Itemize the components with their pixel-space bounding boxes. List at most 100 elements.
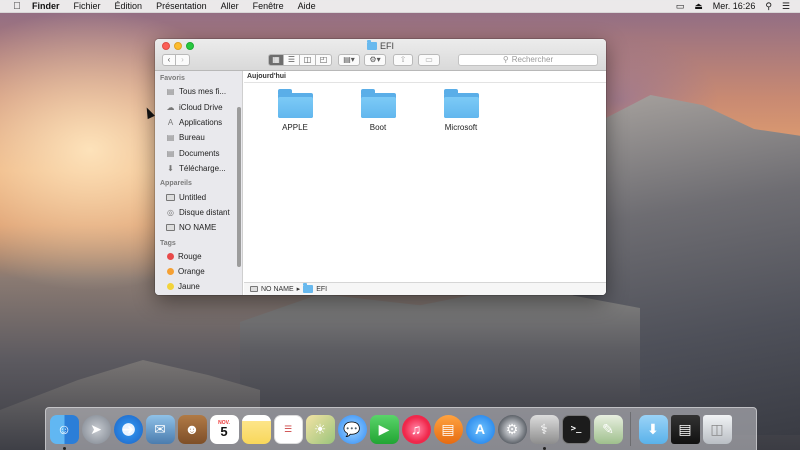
title-bar[interactable]: EFI ‹ › ▦ ☰ ◫ ◰ ▤▾ ⚙▾ ⇧ ▭ ⚲ Rechercher [155, 39, 606, 71]
sidebar-item-tag-orange[interactable]: Orange [155, 264, 242, 279]
sidebar-item-label: Untitled [179, 192, 207, 202]
sidebar-item-applications[interactable]: A Applications [155, 115, 242, 130]
dock-trash-icon[interactable]: ◫ [702, 414, 732, 444]
arrange-icon: ▤▾ [343, 55, 355, 64]
sidebar-item-downloads[interactable]: ⬇ Télécharge... [155, 161, 242, 176]
apple-menu-icon[interactable]:  [10, 1, 24, 12]
folder-item-microsoft[interactable]: Microsoft [426, 85, 496, 132]
share-icon: ⇧ [399, 55, 407, 64]
finder-window: EFI ‹ › ▦ ☰ ◫ ◰ ▤▾ ⚙▾ ⇧ ▭ ⚲ Rechercher F… [155, 39, 606, 295]
mouse-cursor [143, 105, 155, 120]
downloads-icon: ⬇ [167, 164, 174, 174]
menu-aide[interactable]: Aide [298, 1, 316, 11]
sidebar-item-tag-red[interactable]: Rouge [155, 249, 242, 264]
sidebar-item-label: Jaune [178, 282, 200, 292]
sidebar-item-label: iCloud Drive [179, 102, 223, 112]
grid-icon: ▦ [272, 55, 280, 64]
menu-presentation[interactable]: Présentation [156, 1, 207, 11]
sidebar-item-label: Applications [179, 117, 223, 127]
sidebar-item-tag-yellow[interactable]: Jaune [155, 279, 242, 294]
action-button[interactable]: ⚙▾ [364, 53, 386, 66]
file-browser: Aujourd'hui APPLE Boot Microsoft NO NAME… [244, 71, 606, 295]
arrange-button[interactable]: ▤▾ [338, 53, 360, 66]
dock-contacts-icon[interactable]: ☻ [177, 414, 207, 444]
eject-icon[interactable]: ⏏ [694, 1, 703, 12]
running-indicator [62, 446, 66, 450]
sidebar-item-all-files[interactable]: ▤ Tous mes fi... [155, 84, 242, 99]
all-files-icon: ▤ [166, 87, 175, 97]
folder-name: Microsoft [444, 123, 478, 132]
dock-script-editor-icon[interactable]: ✎ [593, 414, 623, 444]
dock-reminders-icon[interactable]: ☰ [273, 414, 303, 444]
sidebar-section-tags: Tags [160, 239, 176, 247]
dock-drive-icon[interactable]: ▤ [670, 414, 700, 444]
sidebar-item-label: Tous mes fi... [179, 87, 227, 97]
dock-downloads-stack-icon[interactable]: ⬇ [638, 414, 668, 444]
folder-icon [443, 89, 479, 118]
notification-center-icon[interactable]: ☰ [782, 1, 790, 12]
sidebar-item-remote-disc[interactable]: ◎ Disque distant [155, 205, 242, 220]
share-button[interactable]: ⇧ [393, 53, 413, 66]
folder-icon [277, 89, 313, 118]
mountain-ridge [240, 285, 640, 420]
menu-aller[interactable]: Aller [221, 1, 239, 11]
tag-button[interactable]: ▭ [418, 53, 440, 66]
columns-icon: ◫ [303, 55, 312, 64]
clock[interactable]: Mer. 16:26 [713, 1, 756, 11]
search-field[interactable]: ⚲ Rechercher [458, 53, 598, 66]
sidebar-item-bureau[interactable]: ▤ Bureau [155, 130, 242, 145]
dock-calendar-icon[interactable]: NOV. 5 [209, 414, 239, 444]
dock-itunes-icon[interactable]: ♫ [401, 414, 431, 444]
column-view-button[interactable]: ◫ [300, 53, 316, 66]
sidebar-item-untitled[interactable]: Untitled [155, 189, 242, 204]
toolbar: ‹ › ▦ ☰ ◫ ◰ ▤▾ ⚙▾ ⇧ ▭ ⚲ Rechercher [162, 53, 598, 66]
path-item-folder[interactable]: EFI [316, 286, 327, 293]
sidebar-scrollbar[interactable] [237, 107, 241, 267]
menu-app-name[interactable]: Finder [32, 1, 60, 11]
folder-name: APPLE [282, 123, 308, 132]
sidebar-item-label: Bureau [179, 133, 205, 143]
menu-edition[interactable]: Édition [115, 1, 143, 11]
disk-icon [166, 193, 175, 202]
coverflow-view-button[interactable]: ◰ [316, 53, 332, 66]
sidebar: Favoris ▤ Tous mes fi... ☁ iCloud Drive … [155, 71, 243, 295]
spotlight-icon[interactable]: ⚲ [765, 1, 772, 12]
forward-button[interactable]: › [176, 53, 190, 66]
menu-fichier[interactable]: Fichier [74, 1, 101, 11]
path-bar: NO NAME ▸ EFI [244, 282, 606, 295]
dock-photos-icon[interactable]: ☀ [305, 414, 335, 444]
dock-system-preferences-icon[interactable]: ⚙ [497, 414, 527, 444]
applications-icon: A [167, 117, 174, 127]
dock-launchpad-icon[interactable]: ➤ [81, 414, 111, 444]
sidebar-section-favorites: Favoris [160, 75, 185, 82]
airplay-icon[interactable]: ▭ [676, 1, 685, 12]
dock-notes-icon[interactable] [241, 414, 271, 444]
folder-item-boot[interactable]: Boot [343, 85, 413, 132]
dock-messages-icon[interactable]: 💬 [337, 414, 367, 444]
back-button[interactable]: ‹ [162, 53, 176, 66]
list-view-button[interactable]: ☰ [284, 53, 300, 66]
dock-finder-icon[interactable]: ☺ [49, 414, 79, 450]
folder-item-apple[interactable]: APPLE [260, 85, 330, 132]
sidebar-item-label: Documents [179, 148, 220, 158]
folder-icon [366, 40, 377, 50]
path-item-volume[interactable]: NO NAME [261, 286, 294, 293]
dock-facetime-icon[interactable]: ▶ [369, 414, 399, 444]
sidebar-item-icloud-drive[interactable]: ☁ iCloud Drive [155, 99, 242, 114]
tag-color-dot [167, 268, 174, 276]
dock-disk-utility-icon[interactable]: ⚕ [529, 414, 559, 450]
group-header: Aujourd'hui [244, 71, 606, 83]
dock-mail-icon[interactable]: ✉ [145, 414, 175, 444]
menu-fenetre[interactable]: Fenêtre [253, 1, 284, 11]
disk-icon [166, 223, 175, 232]
list-icon: ☰ [287, 55, 296, 64]
icon-view-button[interactable]: ▦ [268, 53, 284, 66]
sidebar-item-no-name[interactable]: NO NAME [155, 220, 242, 235]
dock-app-store-icon[interactable]: A [465, 414, 495, 444]
calendar-day: 5 [220, 423, 228, 439]
folder-name: Boot [369, 123, 387, 132]
dock-safari-icon[interactable]: ➜ [113, 414, 143, 444]
dock-ibooks-icon[interactable]: ▤ [433, 414, 463, 444]
sidebar-item-documents[interactable]: ▤ Documents [155, 146, 242, 161]
dock-terminal-icon[interactable]: >_ [561, 414, 591, 444]
